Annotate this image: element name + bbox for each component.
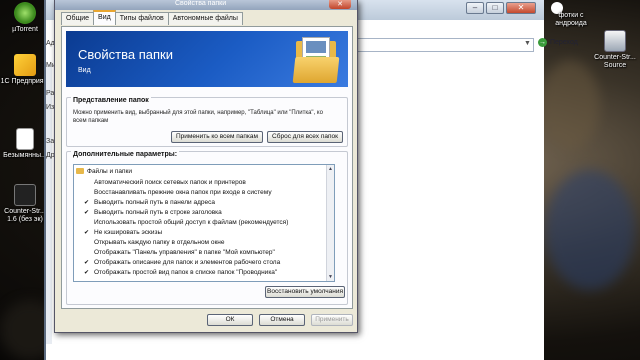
- restore-defaults-button[interactable]: Восстановить умолчания: [265, 286, 345, 298]
- desktop-icon-label: 1С Предприя...: [0, 78, 50, 85]
- dialog-titlebar: Свойства папки ✕: [55, 0, 357, 10]
- check-icon: ✔: [84, 210, 90, 216]
- tab-view[interactable]: Вид: [93, 10, 116, 25]
- settings-list-item[interactable]: Автоматический поиск сетевых папок и при…: [94, 178, 246, 187]
- tab-file-types[interactable]: Типы файлов: [114, 12, 169, 25]
- settings-list-item[interactable]: Отображать "Панель управления" в папке "…: [94, 248, 275, 257]
- desktop-icon-1c[interactable]: 1С Предприя...: [0, 54, 50, 86]
- go-arrow-icon: →: [538, 38, 547, 47]
- folder-icon: [76, 168, 84, 174]
- explorer-edge-text: Из: [46, 104, 55, 111]
- address-input[interactable]: [356, 38, 534, 52]
- settings-list-item[interactable]: Отображать простой вид папок в списке па…: [94, 268, 277, 277]
- tree-root: Файлы и папки: [76, 167, 132, 176]
- 1c-icon: [14, 54, 36, 76]
- document-icon: [16, 128, 34, 150]
- desktop-icon-utorrent[interactable]: µTorrent: [0, 2, 50, 34]
- list-scrollbar[interactable]: ▲ ▼: [326, 165, 334, 281]
- utorrent-icon: [14, 2, 36, 24]
- group-heading: Представление папок: [71, 97, 151, 104]
- group-heading: Дополнительные параметры:: [71, 151, 180, 158]
- advanced-settings-list[interactable]: Файлы и папки Автоматический поиск сетев…: [73, 164, 335, 282]
- tab-general[interactable]: Общие: [61, 12, 95, 25]
- settings-list-item[interactable]: Выводить полный путь в строке заголовка: [94, 208, 222, 217]
- apply-button[interactable]: Применить: [311, 314, 353, 326]
- ok-button[interactable]: ОК: [207, 314, 253, 326]
- banner-subtitle: Вид: [78, 67, 91, 74]
- minimize-button[interactable]: –: [466, 2, 484, 14]
- dialog-close-button[interactable]: ✕: [329, 0, 351, 9]
- close-button[interactable]: ✕: [506, 2, 536, 14]
- view-tab-panel: Свойства папки Вид Представление папок М…: [61, 26, 353, 309]
- go-button[interactable]: → Переход: [538, 38, 578, 47]
- desktop-icon-label: фотки с андроида: [555, 12, 587, 27]
- desktop-icon-counter-strike[interactable]: Counter-Str... 1.6 (без эк): [0, 184, 50, 224]
- settings-list-item[interactable]: Выводить полный путь в панели адреса: [94, 198, 215, 207]
- folder-view-group: Представление папок Можно применить вид,…: [66, 97, 348, 147]
- settings-list-item[interactable]: Восстанавливать прежние окна папок при в…: [94, 188, 272, 197]
- tab-offline-files[interactable]: Автономные файлы: [167, 12, 243, 25]
- desktop-icon-label: Безымянны...: [3, 152, 47, 159]
- folder-photos-icon: [292, 35, 340, 83]
- settings-list-item[interactable]: Не кэшировать эскизы: [94, 228, 162, 237]
- settings-list-item[interactable]: Открывать каждую папку в отдельном окне: [94, 238, 225, 247]
- desktop-icon-cs-source[interactable]: Counter-Str... Source: [590, 30, 640, 70]
- scroll-down-icon[interactable]: ▼: [328, 274, 333, 280]
- group-description: Можно применить вид, выбранный для этой …: [73, 110, 323, 124]
- desktop-icon-label: Counter-Str... Source: [594, 54, 636, 69]
- check-icon: ✔: [84, 230, 90, 236]
- apply-to-all-folders-button[interactable]: Применить ко всем папкам: [171, 131, 263, 143]
- counter-strike-icon: [14, 184, 36, 206]
- address-dropdown-icon[interactable]: ▼: [524, 40, 531, 47]
- go-label: Переход: [550, 39, 578, 46]
- dialog-title: Свойства папки: [175, 0, 227, 7]
- desktop-icon-android-photos[interactable]: фотки с андроида: [546, 0, 596, 28]
- advanced-settings-group: Дополнительные параметры: Файлы и папки …: [66, 151, 348, 305]
- reset-all-folders-button[interactable]: Сброс для всех папок: [267, 131, 343, 143]
- header-banner: Свойства папки Вид: [66, 31, 348, 87]
- banner-title: Свойства папки: [78, 47, 173, 62]
- check-icon: ✔: [84, 200, 90, 206]
- cancel-button[interactable]: Отмена: [259, 314, 305, 326]
- desktop-icon-label: µTorrent: [12, 26, 38, 33]
- tab-strip: Общие Вид Типы файлов Автономные файлы: [61, 10, 243, 25]
- settings-list-item[interactable]: Использовать простой общий доступ к файл…: [94, 218, 288, 227]
- settings-list-item[interactable]: Отображать описание для папок и элементо…: [94, 258, 280, 267]
- counter-strike-source-icon: [604, 30, 626, 52]
- window-controls: – □ ✕: [466, 2, 536, 14]
- desktop-icon-document[interactable]: Безымянны...: [0, 128, 50, 160]
- folder-options-dialog: Свойства папки ✕ Общие Вид Типы файлов А…: [54, 0, 358, 333]
- desktop-icon-label: Counter-Str... 1.6 (без эк): [4, 208, 46, 223]
- check-icon: ✔: [84, 270, 90, 276]
- scroll-up-icon[interactable]: ▲: [328, 166, 333, 172]
- tree-root-label: Файлы и папки: [87, 168, 133, 175]
- check-icon: ✔: [84, 260, 90, 266]
- explorer-edge-text: За: [46, 138, 55, 145]
- maximize-button[interactable]: □: [486, 2, 504, 14]
